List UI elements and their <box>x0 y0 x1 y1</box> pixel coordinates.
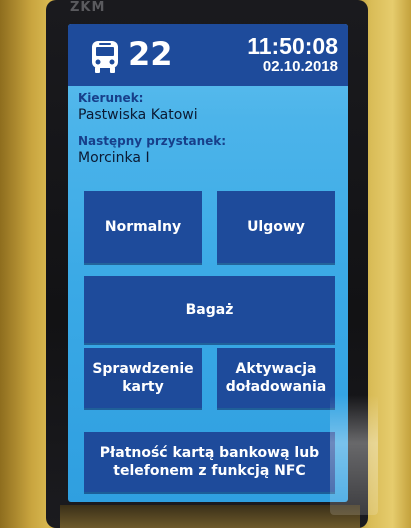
check-card-button[interactable]: Sprawdzenie karty <box>84 348 202 408</box>
check-card-label-line2: karty <box>122 379 164 395</box>
bus-icon <box>92 41 118 73</box>
activate-topup-label-line1: Aktywacja <box>235 361 317 377</box>
line-number: 22 <box>128 35 173 73</box>
luggage-ticket-button[interactable]: Bagaż <box>84 276 335 343</box>
reduced-ticket-label: Ulgowy <box>247 219 305 235</box>
current-time: 11:50:08 <box>247 33 338 59</box>
activate-topup-button[interactable]: Aktywacja doładowania <box>217 348 335 408</box>
next-stop-label: Następny przystanek: <box>78 134 227 148</box>
direction-value: Pastwiska Katowi <box>78 107 198 123</box>
housing-base <box>60 505 360 528</box>
nfc-payment-label-line1: Płatność kartą bankową lub <box>99 445 320 461</box>
check-card-label-line1: Sprawdzenie <box>92 361 194 377</box>
ticket-machine-screen: 22 11:50:08 02.10.2018 Kierunek: Pastwis… <box>68 24 348 502</box>
screen-glare <box>330 395 378 515</box>
luggage-ticket-label: Bagaż <box>185 301 234 318</box>
activate-topup-label-line2: doładowania <box>225 379 327 395</box>
normal-ticket-label: Normalny <box>104 219 182 235</box>
bezel-logo: ZKM <box>70 0 106 15</box>
direction-label: Kierunek: <box>78 91 144 105</box>
next-stop-value: Morcinka I <box>78 150 150 166</box>
nfc-payment-label-line2: telefonem z funkcją NFC <box>113 463 306 479</box>
nfc-payment-button[interactable]: Płatność kartą bankową lub telefonem z f… <box>84 432 335 492</box>
status-header: 22 11:50:08 02.10.2018 <box>68 24 348 86</box>
reduced-ticket-button[interactable]: Ulgowy <box>217 191 335 263</box>
normal-ticket-button[interactable]: Normalny <box>84 191 202 263</box>
current-date: 02.10.2018 <box>262 58 338 75</box>
